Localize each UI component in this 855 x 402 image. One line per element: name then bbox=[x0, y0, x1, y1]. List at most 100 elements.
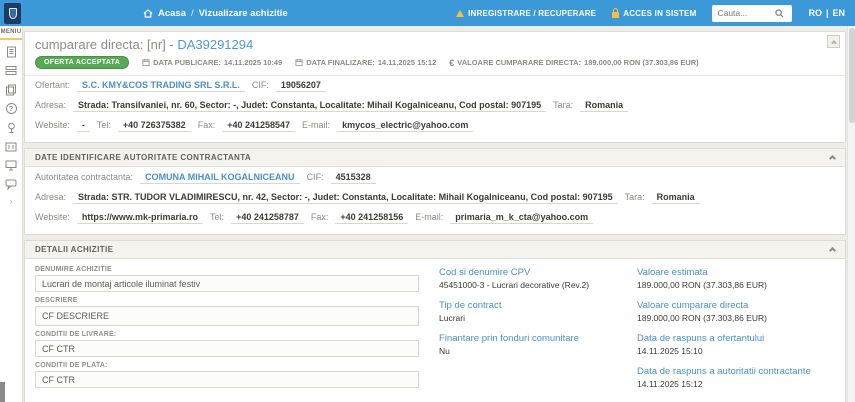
status-row: OFERTA ACCEPTATA DATA PUBLICARE: 14.11.2… bbox=[35, 56, 835, 69]
lock-icon bbox=[612, 7, 620, 18]
status-badge: OFERTA ACCEPTATA bbox=[35, 56, 130, 69]
valoare-estimata-item: Valoare estimata 189.000,00 RON (37.303,… bbox=[637, 267, 767, 290]
tara-label: Tara: bbox=[553, 100, 574, 110]
acquisition-id-link[interactable]: DA39291294 bbox=[177, 37, 253, 52]
panel-collapse-button[interactable] bbox=[827, 35, 840, 48]
register-link-label: INREGISTRARE / RECUPERARE bbox=[468, 8, 597, 18]
acquisition-header-panel: cumparare directa: [nr] - DA39291294 OFE… bbox=[24, 31, 846, 143]
chevron-up-icon bbox=[830, 39, 837, 46]
authority-name-link[interactable]: COMUNA MIHAIL KOGALNICEANU bbox=[140, 172, 300, 184]
card-icon[interactable] bbox=[4, 139, 19, 154]
data-raspuns-autoritate-item: Data de raspuns a autoritatii contractan… bbox=[637, 366, 811, 389]
news-icon[interactable] bbox=[4, 44, 19, 59]
cpv-item: Cod si denumire CPV 45451000-3 - Lucrari… bbox=[439, 267, 590, 290]
shield-icon bbox=[8, 7, 17, 19]
ofertant-label: Ofertant: bbox=[35, 80, 71, 90]
authority-tara: Romania bbox=[651, 192, 700, 204]
chat-icon[interactable] bbox=[4, 177, 19, 192]
sidebar-expand-chevron[interactable]: › bbox=[10, 196, 13, 206]
access-link-label: ACCES IN SISTEM bbox=[623, 8, 697, 18]
denumire-achizitie-input[interactable] bbox=[35, 275, 419, 292]
search-box[interactable] bbox=[712, 4, 793, 22]
valoare-cumparare: € VALOARE CUMPARARE DIRECTA: 189.000,00 … bbox=[449, 57, 699, 68]
authority-fax: +40 241258156 bbox=[335, 212, 409, 224]
app-logo[interactable] bbox=[4, 2, 21, 24]
vertical-scrollbar[interactable] bbox=[847, 26, 855, 402]
breadcrumb-separator: / bbox=[191, 7, 194, 19]
info-column-right: Valoare estimata 189.000,00 RON (37.303,… bbox=[637, 267, 835, 399]
data-raspuns-ofertant-item: Data de raspuns a ofertantului 14.11.202… bbox=[637, 333, 765, 356]
lang-divider: | bbox=[825, 8, 829, 18]
chevron-up-icon[interactable] bbox=[828, 154, 837, 163]
list-icon[interactable] bbox=[4, 63, 19, 78]
top-navbar: Acasa / Vizualizare achizitie INREGISTRA… bbox=[0, 0, 855, 26]
ofertant-tara: Romania bbox=[580, 100, 629, 112]
conditii-plata-input[interactable] bbox=[35, 371, 419, 388]
ofertant-website: - bbox=[76, 120, 90, 132]
details-info-columns: Cod si denumire CPV 45451000-3 - Lucrari… bbox=[439, 261, 835, 399]
language-switcher: RO | EN bbox=[808, 8, 845, 18]
ofertant-adresa: Strada: Transilvaniei, nr. 60, Sector: -… bbox=[73, 100, 547, 112]
breadcrumb-home[interactable]: Acasa bbox=[158, 8, 186, 19]
data-publicare: DATA PUBLICARE: 14.11.2025 10:49 bbox=[142, 58, 282, 67]
access-link[interactable]: ACCES IN SISTEM bbox=[612, 7, 697, 18]
authority-website: https://www.mk-primaria.ro bbox=[76, 212, 204, 224]
main-content: cumparare directa: [nr] - DA39291294 OFE… bbox=[23, 26, 847, 402]
authority-email: primaria_m_k_cta@yahoo.com bbox=[450, 212, 594, 224]
authority-cif: 4515328 bbox=[330, 172, 376, 184]
search-icon[interactable] bbox=[775, 8, 784, 18]
details-section-header[interactable]: DETALII ACHIZITIE bbox=[25, 241, 845, 259]
field-label: CONDITII DE LIVRARE: bbox=[35, 331, 117, 338]
fax-label: Fax: bbox=[197, 120, 216, 130]
cif-label: CIF: bbox=[251, 80, 269, 90]
lang-ro-button[interactable]: RO bbox=[808, 8, 822, 18]
authority-row: Autoritatea contractanta: COMUNA MIHAIL … bbox=[35, 172, 835, 184]
left-sidebar: MENIU ? › bbox=[0, 26, 23, 402]
monitor-icon[interactable] bbox=[4, 158, 19, 173]
lang-en-button[interactable]: EN bbox=[832, 8, 845, 18]
breadcrumb: Acasa / Vizualizare achizitie bbox=[143, 8, 288, 19]
copy-icon[interactable] bbox=[4, 82, 19, 97]
menu-accent-bar bbox=[0, 38, 22, 40]
field-label: DESCRIERE bbox=[35, 297, 78, 304]
conditii-livrare-input[interactable] bbox=[35, 340, 419, 357]
details-panel: DETALII ACHIZITIE DENUMIRE ACHIZITIE DES… bbox=[24, 240, 846, 402]
euro-icon: € bbox=[449, 57, 455, 68]
details-body: DENUMIRE ACHIZITIE DESCRIERE CONDITII DE… bbox=[25, 259, 845, 402]
breadcrumb-current: Vizualizare achizitie bbox=[198, 7, 288, 19]
ofertant-contact-row: Website: - Tel: +40 726375382 Fax: +40 2… bbox=[35, 120, 835, 132]
ofertant-cif: 19056207 bbox=[275, 80, 326, 92]
register-link[interactable]: INREGISTRARE / RECUPERARE bbox=[456, 9, 596, 18]
data-finalizare: DATA FINALIZARE: 14.11.2025 15:12 bbox=[295, 58, 436, 67]
info-column-left: Cod si denumire CPV 45451000-3 - Lucrari… bbox=[439, 267, 637, 399]
help-icon[interactable]: ? bbox=[4, 101, 19, 116]
search-input[interactable] bbox=[717, 8, 776, 18]
ofertant-fax: +40 241258547 bbox=[222, 120, 296, 132]
authority-adresa: Strada: STR. TUDOR VLADIMIRESCU, nr. 42,… bbox=[73, 192, 618, 204]
ofertant-name-link[interactable]: S.C. KMY&COS TRADING SRL S.R.L. bbox=[77, 80, 245, 92]
field-label: DENUMIRE ACHIZITIE bbox=[35, 266, 112, 273]
menu-label: MENIU bbox=[0, 29, 22, 35]
website-label: Website: bbox=[35, 120, 70, 130]
details-section-title: DETALII ACHIZITIE bbox=[35, 245, 114, 254]
calendar-icon bbox=[142, 58, 150, 67]
tip-contract-item: Tip de contract Lucrari bbox=[439, 300, 502, 323]
descriere-input[interactable] bbox=[35, 306, 419, 326]
authority-address-row: Adresa: Strada: STR. TUDOR VLADIMIRESCU,… bbox=[35, 192, 835, 204]
authority-contact-row: Website: https://www.mk-primaria.ro Tel:… bbox=[35, 212, 835, 224]
warning-icon bbox=[456, 9, 465, 17]
app-window: Acasa / Vizualizare achizitie INREGISTRA… bbox=[0, 0, 855, 402]
authority-section-header[interactable]: DATE IDENTIFICARE AUTORITATE CONTRACTANT… bbox=[25, 149, 845, 167]
pin-icon[interactable] bbox=[4, 120, 19, 135]
authority-body: Autoritatea contractanta: COMUNA MIHAIL … bbox=[25, 167, 845, 234]
valoare-directa-item: Valoare cumparare directa 189.000,00 RON… bbox=[637, 300, 767, 323]
chevron-up-icon[interactable] bbox=[828, 246, 837, 255]
adresa-label: Adresa: bbox=[35, 100, 67, 110]
authority-panel: DATE IDENTIFICARE AUTORITATE CONTRACTANT… bbox=[24, 148, 846, 235]
ofertant-email: kmycos_electric@yahoo.com bbox=[337, 120, 474, 132]
divider bbox=[25, 75, 845, 76]
calendar-icon bbox=[295, 58, 303, 67]
title-prefix: cumparare directa: [nr] - bbox=[35, 37, 178, 52]
home-icon bbox=[143, 8, 153, 18]
scrollbar-thumb[interactable] bbox=[849, 28, 855, 123]
